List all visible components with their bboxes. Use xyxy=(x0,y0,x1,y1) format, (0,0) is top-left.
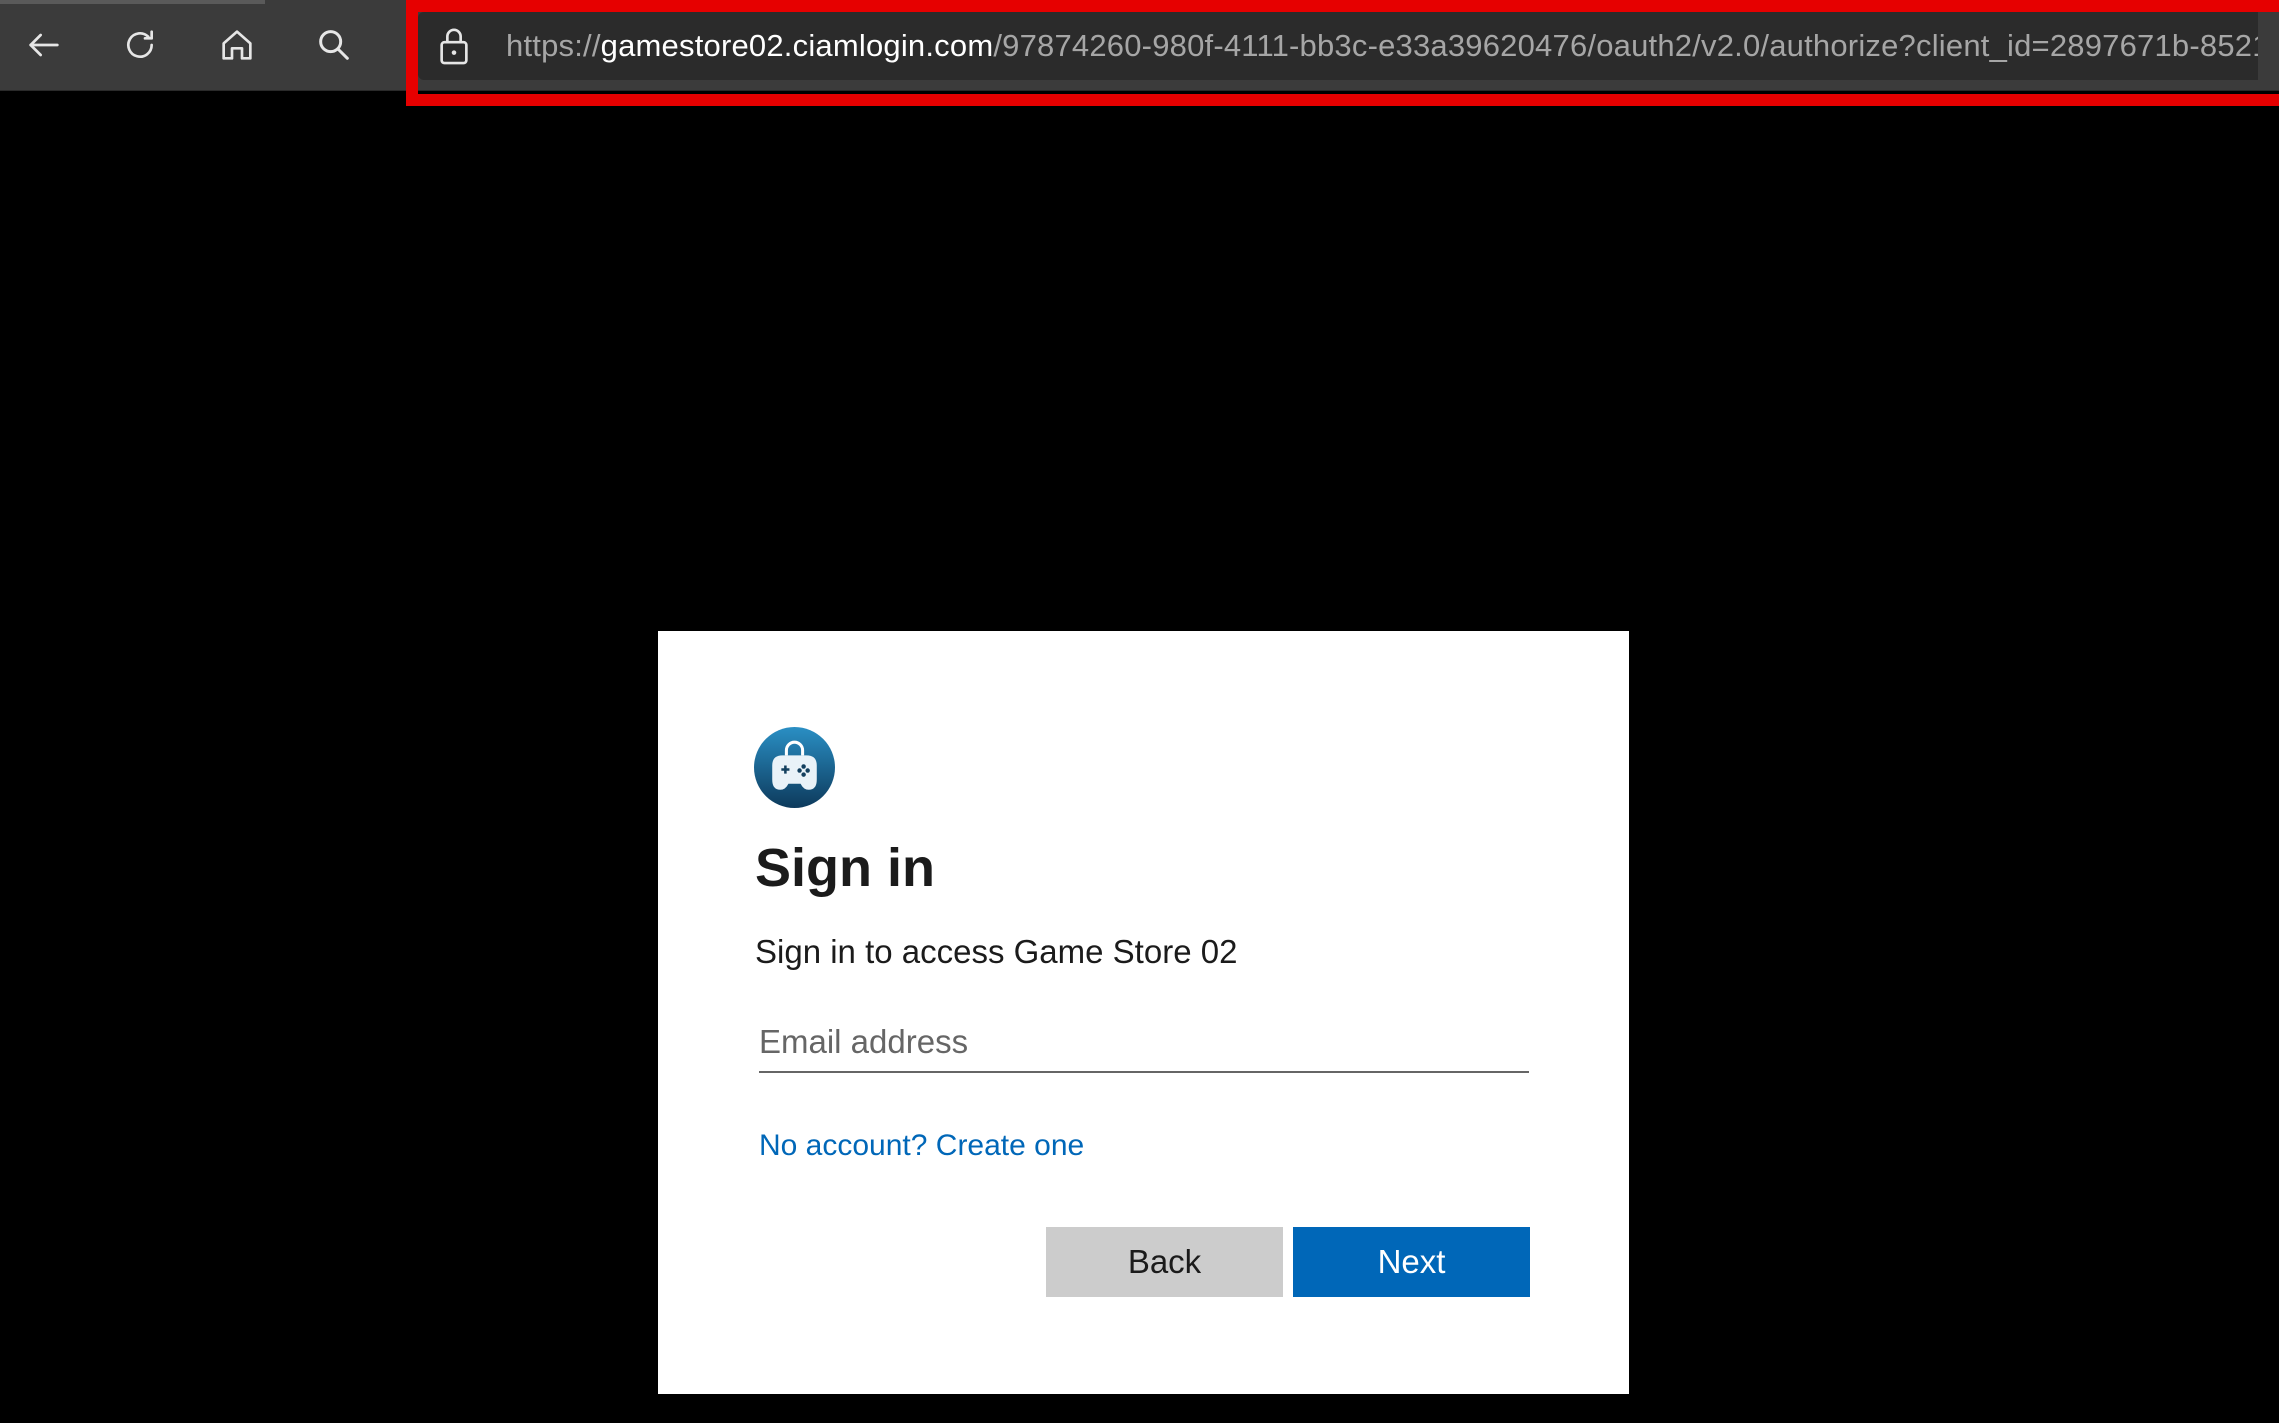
url-host: gamestore02.ciamlogin.com xyxy=(600,28,994,63)
browser-search-button[interactable] xyxy=(302,13,366,77)
home-icon xyxy=(222,30,252,60)
tab-strip-edge xyxy=(0,0,265,4)
browser-toolbar: https://gamestore02.ciamlogin.com/978742… xyxy=(0,0,2279,91)
back-button[interactable]: Back xyxy=(1046,1227,1283,1297)
address-url[interactable]: https://gamestore02.ciamlogin.com/978742… xyxy=(506,28,2258,64)
email-field[interactable] xyxy=(759,1013,1529,1073)
browser-back-button[interactable] xyxy=(12,13,76,77)
signin-card: Sign in Sign in to access Game Store 02 … xyxy=(658,631,1629,1394)
create-account-link[interactable]: No account? Create one xyxy=(759,1129,1084,1163)
back-arrow-icon xyxy=(29,33,59,57)
browser-reload-button[interactable] xyxy=(108,13,172,77)
lock-icon[interactable] xyxy=(438,27,470,65)
reload-icon xyxy=(127,30,153,58)
browser-home-button[interactable] xyxy=(205,13,269,77)
page-subtitle: Sign in to access Game Store 02 xyxy=(755,933,1238,970)
game-controller-bag-icon xyxy=(754,727,835,808)
url-scheme: https:// xyxy=(506,28,601,63)
search-icon xyxy=(319,30,349,60)
url-path: /97874260-980f-4111-bb3c-e33a39620476/oa… xyxy=(993,28,2258,63)
page-title: Sign in xyxy=(755,838,935,898)
address-bar[interactable]: https://gamestore02.ciamlogin.com/978742… xyxy=(418,12,2258,80)
next-button[interactable]: Next xyxy=(1293,1227,1530,1297)
